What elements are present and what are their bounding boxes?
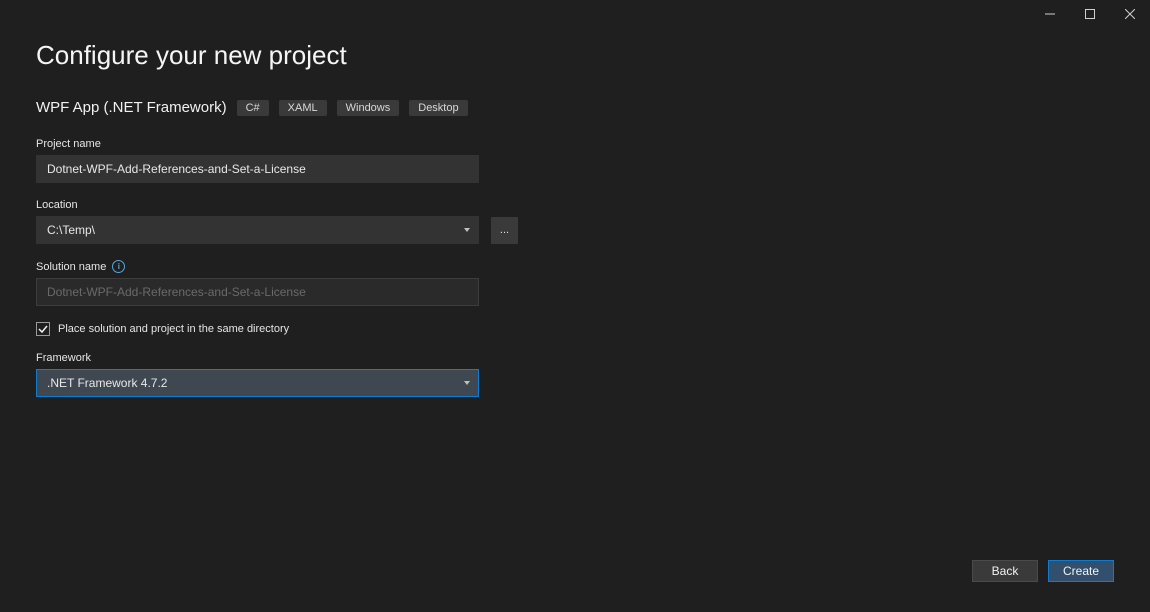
close-button[interactable]	[1110, 0, 1150, 28]
template-tag: XAML	[279, 100, 327, 116]
solution-name-input	[36, 278, 479, 306]
maximize-button[interactable]	[1070, 0, 1110, 28]
location-value: C:\Temp\	[47, 223, 95, 237]
template-tag: C#	[237, 100, 269, 116]
maximize-icon	[1085, 9, 1095, 19]
page-title: Configure your new project	[36, 40, 1114, 71]
minimize-button[interactable]	[1030, 0, 1070, 28]
framework-combo[interactable]: .NET Framework 4.7.2	[36, 369, 479, 397]
footer-buttons: Back Create	[972, 560, 1114, 582]
template-tag: Desktop	[409, 100, 467, 116]
same-directory-checkbox[interactable]: Place solution and project in the same d…	[36, 322, 1114, 336]
create-button[interactable]: Create	[1048, 560, 1114, 582]
location-combo[interactable]: C:\Temp\	[36, 216, 479, 244]
framework-label: Framework	[36, 352, 1114, 364]
project-name-input[interactable]	[36, 155, 479, 183]
framework-value: .NET Framework 4.7.2	[47, 376, 167, 390]
dialog-content: Configure your new project WPF App (.NET…	[0, 0, 1150, 397]
template-tag: Windows	[337, 100, 400, 116]
location-label: Location	[36, 199, 1114, 211]
chevron-down-icon	[464, 228, 470, 232]
minimize-icon	[1045, 9, 1055, 19]
browse-button[interactable]: ...	[491, 217, 518, 244]
close-icon	[1125, 9, 1135, 19]
chevron-down-icon	[464, 381, 470, 385]
info-icon[interactable]: i	[112, 260, 125, 273]
project-name-label: Project name	[36, 138, 1114, 150]
checkbox-box	[36, 322, 50, 336]
check-icon	[38, 324, 48, 334]
solution-name-label: Solution name i	[36, 260, 1114, 273]
same-directory-label: Place solution and project in the same d…	[58, 323, 289, 335]
window-controls	[1030, 0, 1150, 28]
template-row: WPF App (.NET Framework) C# XAML Windows…	[36, 99, 1114, 116]
template-name: WPF App (.NET Framework)	[36, 99, 227, 116]
back-button[interactable]: Back	[972, 560, 1038, 582]
solution-name-label-text: Solution name	[36, 261, 106, 273]
